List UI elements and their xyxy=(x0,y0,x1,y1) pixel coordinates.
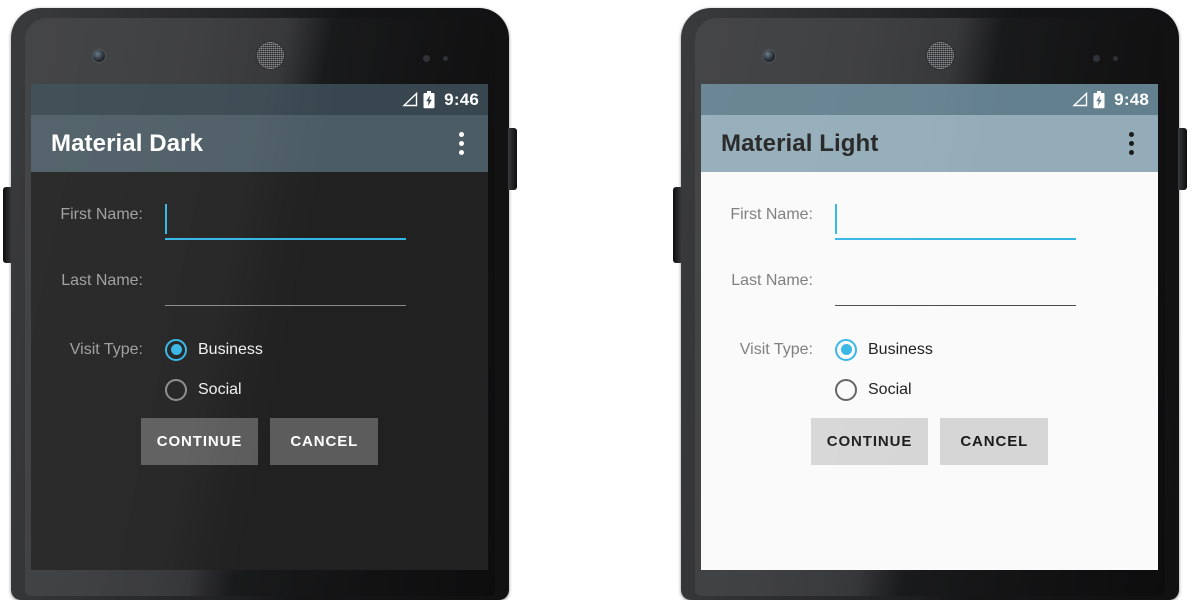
radio-label-social: Social xyxy=(198,380,242,398)
overflow-dot xyxy=(459,141,464,146)
status-bar-icons: 9:46 xyxy=(401,90,479,110)
battery-charging-icon xyxy=(1093,90,1105,108)
first-name-input[interactable] xyxy=(835,204,1076,240)
proximity-sensor-icon xyxy=(1093,55,1100,62)
last-name-input[interactable] xyxy=(165,272,406,306)
first-name-row: First Name: xyxy=(31,204,488,240)
app-title: Material Light xyxy=(721,129,879,157)
signal-triangle-icon xyxy=(1072,92,1088,107)
radio-option-social[interactable]: Social xyxy=(835,374,1076,405)
visit-type-row: Visit Type: Business Social xyxy=(31,334,488,405)
radio-option-business[interactable]: Business xyxy=(835,334,1076,365)
visit-type-row: Visit Type: Business Social xyxy=(701,334,1158,405)
status-bar-clock: 9:48 xyxy=(1114,89,1149,109)
phone-device-light: 9:48 Material Light First Name: Last Nam… xyxy=(670,0,1190,600)
proximity-sensor-icon xyxy=(423,55,430,62)
visit-type-label: Visit Type: xyxy=(739,341,813,358)
last-name-input[interactable] xyxy=(835,272,1076,306)
first-name-underline xyxy=(165,238,406,240)
power-button[interactable] xyxy=(508,128,517,190)
power-button[interactable] xyxy=(1178,128,1187,190)
action-bar: Material Light xyxy=(701,115,1158,172)
radio-button-business[interactable] xyxy=(835,338,857,361)
text-caret xyxy=(165,204,167,234)
overflow-dot xyxy=(1129,141,1134,146)
form-content: First Name: Last Name: Visit Type: Busin xyxy=(31,172,488,570)
last-name-row: Last Name: xyxy=(701,272,1158,306)
first-name-label: First Name: xyxy=(730,206,813,223)
last-name-label: Last Name: xyxy=(731,272,813,289)
last-name-underline xyxy=(165,305,406,306)
radio-option-social[interactable]: Social xyxy=(165,374,406,405)
overflow-dot xyxy=(459,132,464,137)
overflow-dot xyxy=(1129,150,1134,155)
continue-button[interactable]: CONTINUE xyxy=(140,418,259,465)
signal-triangle-icon xyxy=(402,92,418,107)
first-name-label: First Name: xyxy=(60,206,143,223)
app-title: Material Dark xyxy=(51,129,204,157)
first-name-underline xyxy=(835,238,1076,240)
earpiece-speaker-icon xyxy=(927,42,954,69)
status-bar: 9:46 xyxy=(31,84,488,115)
front-camera-icon xyxy=(763,50,775,62)
cancel-button[interactable]: CANCEL xyxy=(940,418,1049,465)
battery-charging-icon xyxy=(423,90,435,108)
overflow-dot xyxy=(459,150,464,155)
radio-button-social[interactable] xyxy=(835,378,857,401)
overflow-menu-icon[interactable] xyxy=(1121,126,1142,161)
earpiece-speaker-icon xyxy=(257,42,284,69)
radio-label-business: Business xyxy=(198,340,263,358)
volume-rocker-button[interactable] xyxy=(673,187,682,263)
text-caret xyxy=(835,204,837,234)
status-bar-clock: 9:46 xyxy=(444,89,479,109)
status-bar-icons: 9:48 xyxy=(1071,90,1149,110)
volume-rocker-button[interactable] xyxy=(3,187,12,263)
front-camera-icon xyxy=(93,50,105,62)
form-action-buttons: CONTINUE CANCEL xyxy=(701,418,1158,465)
phone-screen-dark: 9:46 Material Dark First Name: Last Name… xyxy=(31,84,488,570)
last-name-label: Last Name: xyxy=(61,272,143,289)
visit-type-radio-group: Business Social xyxy=(165,334,406,405)
continue-button[interactable]: CONTINUE xyxy=(810,418,929,465)
radio-option-business[interactable]: Business xyxy=(165,334,406,365)
action-bar: Material Dark xyxy=(31,115,488,172)
last-name-row: Last Name: xyxy=(31,272,488,306)
visit-type-radio-group: Business Social xyxy=(835,334,1076,405)
light-sensor-icon xyxy=(443,56,448,61)
last-name-underline xyxy=(835,305,1076,306)
phone-device-dark: 9:46 Material Dark First Name: Last Name… xyxy=(0,0,520,600)
light-sensor-icon xyxy=(1113,56,1118,61)
radio-button-social[interactable] xyxy=(165,378,187,401)
form-content: First Name: Last Name: Visit Type: Busin xyxy=(701,172,1158,570)
cancel-button[interactable]: CANCEL xyxy=(270,418,379,465)
radio-label-social: Social xyxy=(868,380,912,398)
first-name-input[interactable] xyxy=(165,204,406,240)
first-name-row: First Name: xyxy=(701,204,1158,240)
visit-type-label: Visit Type: xyxy=(69,341,143,358)
overflow-dot xyxy=(1129,132,1134,137)
radio-button-business[interactable] xyxy=(165,338,187,361)
phone-screen-light: 9:48 Material Light First Name: Last Nam… xyxy=(701,84,1158,570)
form-action-buttons: CONTINUE CANCEL xyxy=(31,418,488,465)
overflow-menu-icon[interactable] xyxy=(451,126,472,161)
status-bar: 9:48 xyxy=(701,84,1158,115)
radio-label-business: Business xyxy=(868,340,933,358)
